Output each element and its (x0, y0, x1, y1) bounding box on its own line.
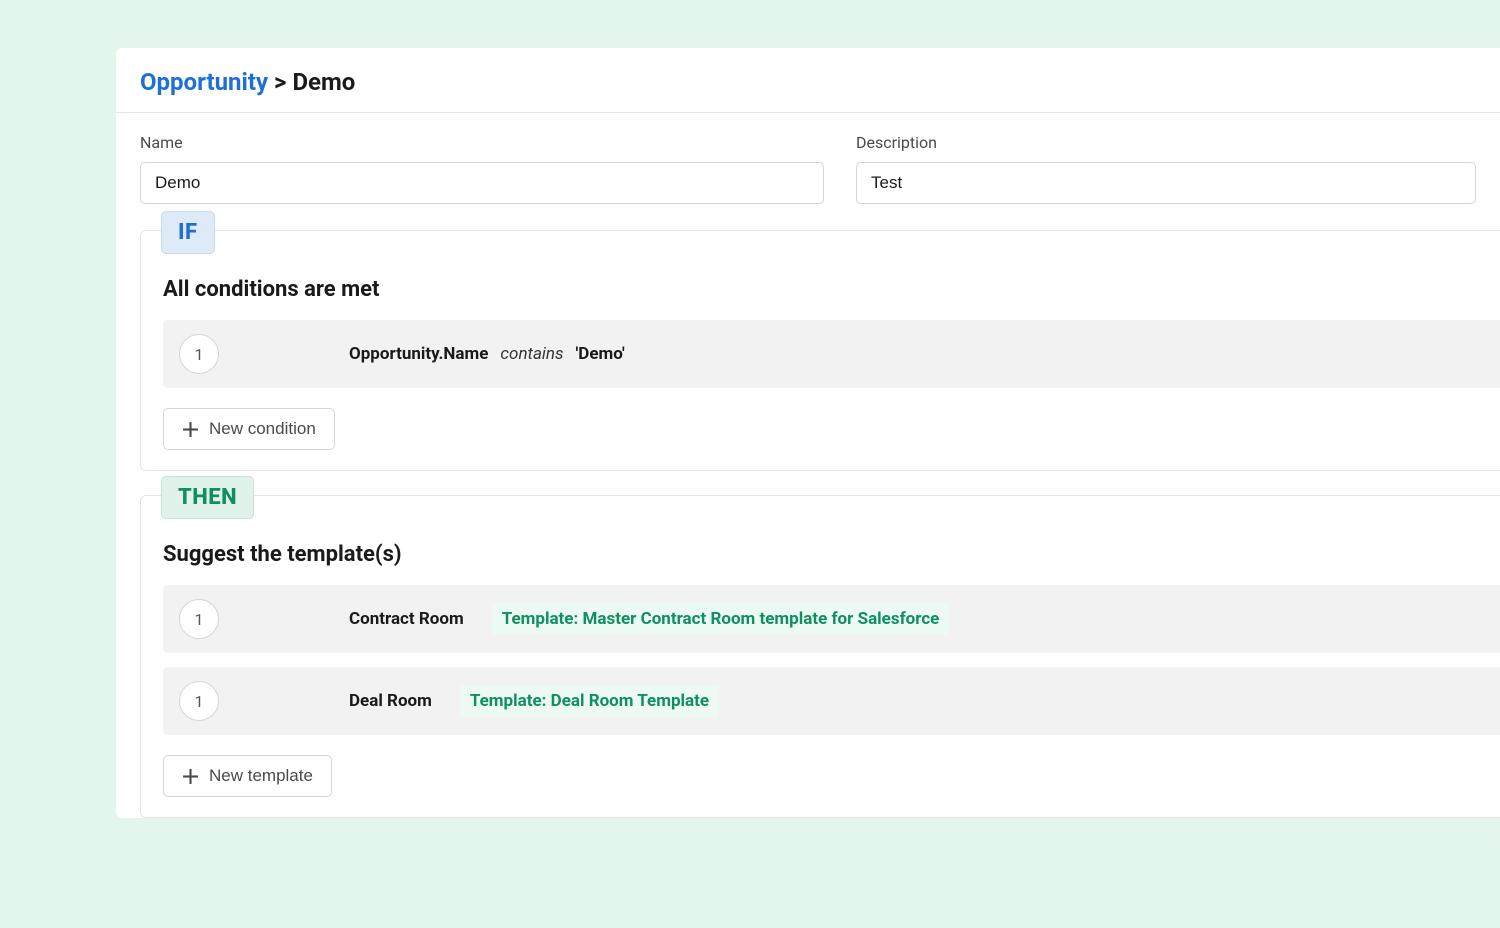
if-section: IF All conditions are met 1 Opportunity.… (140, 230, 1500, 471)
condition-content: Opportunity.Name contains 'Demo' (237, 344, 625, 364)
new-template-label: New template (209, 766, 313, 786)
description-label: Description (856, 133, 1476, 152)
template-row[interactable]: 1 Contract Room Template: Master Contrac… (163, 585, 1500, 653)
condition-row[interactable]: 1 Opportunity.Name contains 'Demo' (163, 320, 1500, 388)
name-field-group: Name (140, 133, 824, 204)
condition-field: Opportunity.Name (349, 344, 488, 364)
then-section: THEN Suggest the template(s) 1 Contract … (140, 495, 1500, 818)
template-index: 1 (179, 681, 219, 721)
template-row[interactable]: 1 Deal Room Template: Deal Room Template (163, 667, 1500, 735)
condition-index: 1 (179, 334, 219, 374)
new-condition-label: New condition (209, 419, 316, 439)
rule-editor-card: Opportunity > Demo Name Description IF A… (116, 48, 1500, 818)
description-field-group: Description (856, 133, 1476, 204)
then-title: Suggest the template(s) (163, 542, 1500, 567)
plus-icon (182, 768, 199, 785)
new-template-button[interactable]: New template (163, 755, 332, 797)
template-room: Contract Room (349, 609, 464, 629)
name-label: Name (140, 133, 824, 152)
template-content: Deal Room Template: Deal Room Template (237, 685, 719, 717)
new-condition-button[interactable]: New condition (163, 408, 335, 450)
plus-icon (182, 421, 199, 438)
breadcrumb-separator: > (274, 68, 286, 96)
name-input[interactable] (140, 162, 824, 204)
condition-value: 'Demo' (576, 344, 625, 364)
template-content: Contract Room Template: Master Contract … (237, 603, 949, 635)
template-room: Deal Room (349, 691, 432, 711)
description-input[interactable] (856, 162, 1476, 204)
condition-operator: contains (500, 344, 563, 364)
if-badge: IF (161, 211, 215, 254)
template-chip: Template: Deal Room Template (460, 685, 719, 717)
header: Opportunity > Demo (116, 48, 1500, 113)
breadcrumb: Opportunity > Demo (140, 68, 1476, 96)
breadcrumb-root-link[interactable]: Opportunity (140, 68, 268, 96)
template-index: 1 (179, 599, 219, 639)
if-title: All conditions are met (163, 277, 1500, 302)
template-chip: Template: Master Contract Room template … (492, 603, 950, 635)
then-badge: THEN (161, 476, 254, 519)
breadcrumb-current: Demo (292, 68, 355, 96)
fields-row: Name Description (116, 113, 1500, 230)
